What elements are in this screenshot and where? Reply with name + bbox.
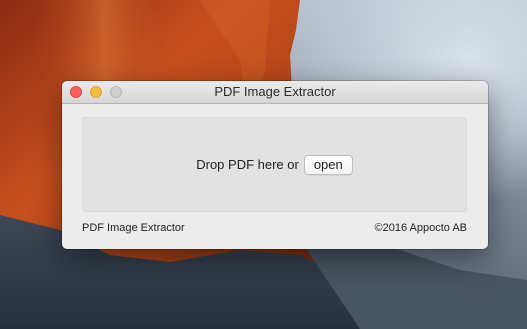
app-window: PDF Image Extractor Drop PDF here or ope…: [62, 81, 488, 249]
open-button[interactable]: open: [303, 154, 353, 175]
drop-prompt: Drop PDF here or: [196, 157, 299, 172]
footer-app-name: PDF Image Extractor: [82, 222, 185, 234]
window-title: PDF Image Extractor: [214, 84, 336, 99]
pdf-drop-zone[interactable]: Drop PDF here or open: [82, 117, 467, 212]
window-titlebar[interactable]: PDF Image Extractor: [62, 81, 488, 104]
footer-copyright: ©2016 Appocto AB: [374, 222, 467, 234]
desktop-wallpaper: PDF Image Extractor Drop PDF here or ope…: [0, 0, 527, 329]
